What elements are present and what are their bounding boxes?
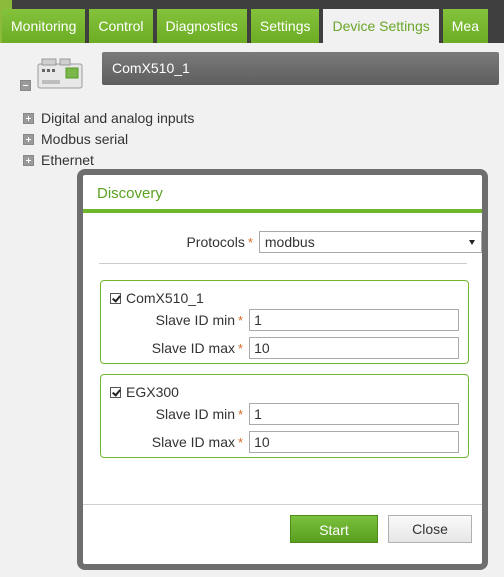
required-mark: *	[238, 312, 244, 328]
tree-item-modbus-serial[interactable]: Modbus serial	[23, 129, 194, 150]
slave-id-min-label: Slave ID min	[155, 312, 235, 328]
checkbox-checked-icon[interactable]	[110, 292, 121, 304]
tree-item-ethernet[interactable]: Ethernet	[23, 150, 194, 171]
protocols-row: Protocols * modbus	[83, 231, 482, 253]
slave-id-max-label: Slave ID max	[151, 434, 235, 450]
checkbox-checked-icon[interactable]	[110, 386, 121, 398]
tab-diagnostics[interactable]: Diagnostics	[156, 9, 247, 43]
tab-list: Monitoring Control Diagnostics Settings …	[2, 9, 492, 43]
device-module-icon	[37, 58, 83, 89]
group-header: ComX510_1	[110, 290, 204, 306]
slave-id-min-row: Slave ID min * 1	[101, 309, 460, 331]
slave-id-max-input[interactable]: 10	[249, 431, 460, 453]
slave-id-max-label: Slave ID max	[151, 340, 235, 356]
footer-divider	[83, 504, 482, 505]
required-mark: *	[238, 340, 244, 356]
group-name: EGX300	[126, 384, 179, 400]
device-group-egx300: EGX300 Slave ID min * 1 Slave ID max * 1…	[100, 374, 469, 458]
tab-control[interactable]: Control	[89, 9, 153, 43]
device-group-comx510: ComX510_1 Slave ID min * 1 Slave ID max …	[100, 280, 469, 364]
slave-id-max-row: Slave ID max * 10	[101, 337, 460, 359]
tree-item-digital-analog-inputs[interactable]: Digital and analog inputs	[23, 108, 194, 129]
group-header: EGX300	[110, 384, 179, 400]
tree-item-label: Modbus serial	[41, 131, 129, 147]
group-name: ComX510_1	[126, 290, 204, 306]
slave-id-min-row: Slave ID min * 1	[101, 403, 460, 425]
tab-monitoring[interactable]: Monitoring	[2, 9, 86, 43]
chevron-down-icon	[469, 240, 475, 245]
main-tab-bar: Monitoring Control Diagnostics Settings …	[0, 0, 504, 43]
slave-id-min-input[interactable]: 1	[249, 309, 460, 331]
slave-id-min-label: Slave ID min	[155, 406, 235, 422]
tab-mea-truncated[interactable]: Mea	[442, 9, 488, 43]
tab-device-settings[interactable]: Device Settings	[323, 9, 439, 43]
slave-id-max-row: Slave ID max * 10	[101, 431, 460, 453]
tree-item-label: Digital and analog inputs	[41, 110, 195, 126]
tab-settings[interactable]: Settings	[250, 9, 320, 43]
protocols-select-value: modbus	[264, 234, 315, 250]
tree-item-label: Ethernet	[41, 152, 94, 168]
expand-icon[interactable]	[23, 113, 34, 124]
required-mark: *	[247, 234, 253, 250]
start-button[interactable]: Start	[290, 515, 378, 543]
close-button[interactable]: Close	[388, 515, 472, 543]
slave-id-min-input[interactable]: 1	[249, 403, 460, 425]
device-name-bar: ComX510_1	[102, 52, 499, 85]
expand-icon[interactable]	[23, 134, 34, 145]
slave-id-max-input[interactable]: 10	[249, 337, 460, 359]
dialog-title: Discovery	[83, 175, 482, 213]
required-mark: *	[238, 434, 244, 450]
protocols-label: Protocols	[186, 234, 245, 250]
protocols-select[interactable]: modbus	[258, 231, 482, 253]
expand-icon[interactable]	[23, 155, 34, 166]
required-mark: *	[238, 406, 244, 422]
divider	[99, 263, 467, 264]
settings-tree: Digital and analog inputs Modbus serial …	[23, 108, 194, 171]
collapse-icon[interactable]	[20, 80, 31, 91]
discovery-dialog: Discovery Protocols * modbus ComX510_1 S…	[77, 169, 488, 570]
